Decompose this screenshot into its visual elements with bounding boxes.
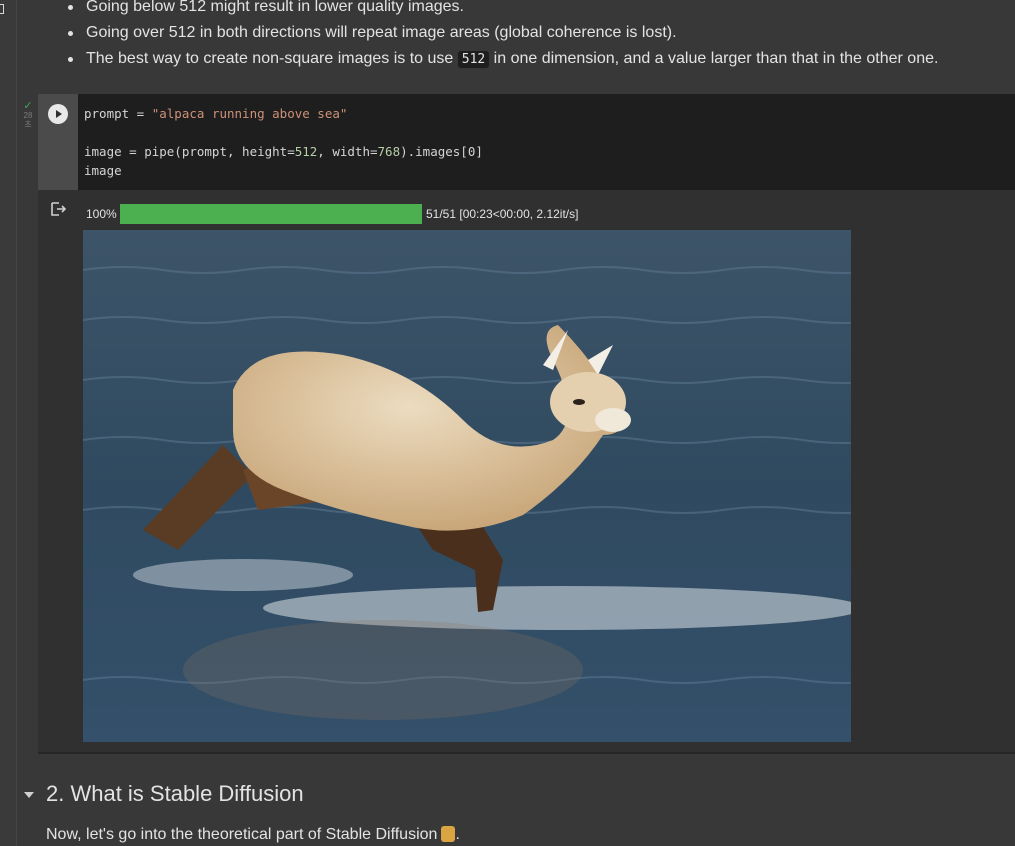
progress-info: 51/51 [00:23<00:00, 2.12it/s] (426, 207, 579, 221)
list-item: Going over 512 in both directions will r… (66, 20, 996, 46)
check-icon: ✓ (23, 100, 33, 112)
list-item: Going below 512 might result in lower qu… (66, 0, 996, 20)
inline-code: 512 (457, 51, 490, 68)
emoji-icon (441, 826, 456, 842)
left-gutter (0, 0, 17, 846)
run-cell-button[interactable] (48, 104, 68, 124)
list-item: The best way to create non-square images… (66, 46, 996, 73)
collapse-arrow-icon[interactable] (24, 792, 34, 798)
execution-info: ✓ 28 초 (20, 100, 36, 130)
progress-percent: 100% (86, 207, 117, 221)
output-menu-icon[interactable] (51, 202, 67, 216)
progress-bar (120, 204, 422, 224)
generated-alpaca-image (83, 230, 851, 742)
markdown-bullet-list: Going below 512 might result in lower qu… (66, 0, 996, 73)
execution-unit: 초 (24, 120, 32, 129)
execution-count: 28 (23, 111, 33, 120)
progress-fill (120, 204, 422, 224)
cell-marker-icon (0, 4, 4, 14)
section-paragraph: Now, let's go into the theoretical part … (46, 826, 460, 843)
section-title: 2. What is Stable Diffusion (46, 781, 304, 806)
notebook-page: Going below 512 might result in lower qu… (0, 0, 1015, 846)
code-text[interactable]: prompt = "alpaca running above sea" imag… (84, 104, 483, 180)
section-heading: 2. What is Stable Diffusion (24, 778, 304, 810)
